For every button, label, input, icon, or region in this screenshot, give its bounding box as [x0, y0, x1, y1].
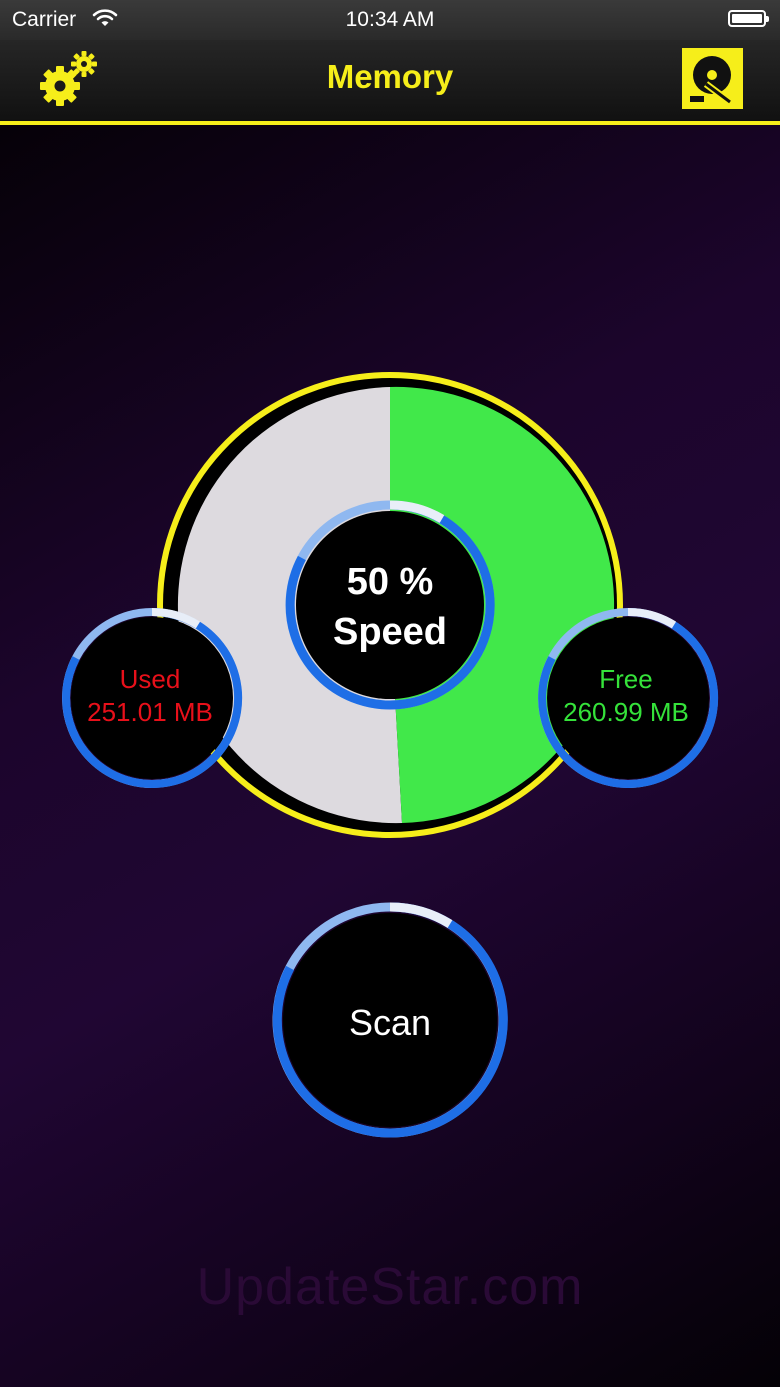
- battery-icon: [728, 10, 769, 27]
- free-label: Free: [599, 664, 653, 694]
- watermark: UpdateStar.com: [196, 1258, 584, 1316]
- status-bar: Carrier 10:34 AM: [0, 0, 780, 40]
- used-label: Used: [119, 664, 181, 694]
- speed-label: Speed: [332, 611, 448, 653]
- main-content: 50 % Speed Used 251.01 MB Free 260.99 MB…: [0, 125, 780, 1387]
- free-readout: Free 260.99 MB: [540, 663, 712, 729]
- status-time: 10:34 AM: [345, 8, 435, 31]
- scan-button[interactable]: Scan: [280, 910, 500, 1130]
- page-title: Memory: [326, 58, 454, 95]
- used-readout: Used 251.01 MB: [64, 663, 236, 729]
- used-value: 251.01 MB: [87, 697, 213, 727]
- navigation-bar: Memory: [0, 40, 780, 125]
- scan-label: Scan: [348, 1002, 432, 1043]
- memory-gauge: [62, 372, 719, 1138]
- speed-readout: 50 % Speed: [290, 557, 490, 657]
- cleaner-button[interactable]: [682, 48, 743, 109]
- free-value: 260.99 MB: [563, 697, 689, 727]
- speed-percent: 50 %: [346, 561, 434, 603]
- disk-cleaner-icon: [690, 56, 733, 105]
